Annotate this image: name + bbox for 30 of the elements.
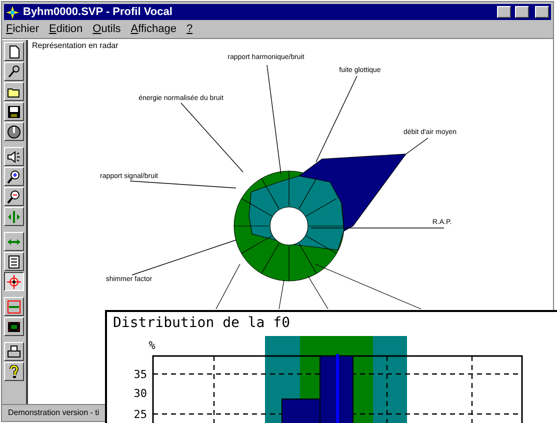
tick-label: 30	[134, 387, 147, 400]
leader-line	[406, 138, 428, 154]
crosshair-icon	[7, 274, 21, 288]
maximize-button[interactable]	[515, 6, 529, 18]
speaker-icon	[7, 150, 21, 164]
question-mark-icon	[7, 364, 21, 378]
panel-title: Distribution de la f0	[113, 315, 290, 331]
mean-line	[336, 354, 339, 423]
zoom-in-icon	[7, 170, 21, 184]
window-title: Byhm0000.SVP - Profil Vocal	[23, 6, 174, 18]
tick-label: 25	[134, 408, 147, 421]
menu-item[interactable]: Fichier	[6, 23, 40, 35]
zoom-out-icon	[7, 190, 21, 204]
menu-item[interactable]: Affichage	[130, 23, 176, 35]
list-icon	[7, 254, 21, 268]
minimize-button[interactable]	[497, 6, 511, 18]
menu-item[interactable]: Edition	[49, 23, 83, 35]
menu-item[interactable]: Outils	[92, 23, 121, 35]
chart-heading: Représentation en radar	[32, 41, 118, 50]
toolbar-button[interactable]	[4, 272, 24, 291]
star-icon	[6, 6, 19, 18]
film-icon	[7, 320, 21, 334]
axis-unit: %	[148, 339, 156, 352]
menu-item[interactable]: ?	[186, 23, 193, 35]
printer-icon	[7, 344, 21, 358]
leader-line	[180, 102, 244, 172]
close-button[interactable]	[535, 6, 549, 18]
document-icon	[7, 44, 21, 58]
disc-icon	[7, 124, 21, 138]
tick-label: 35	[134, 368, 147, 381]
